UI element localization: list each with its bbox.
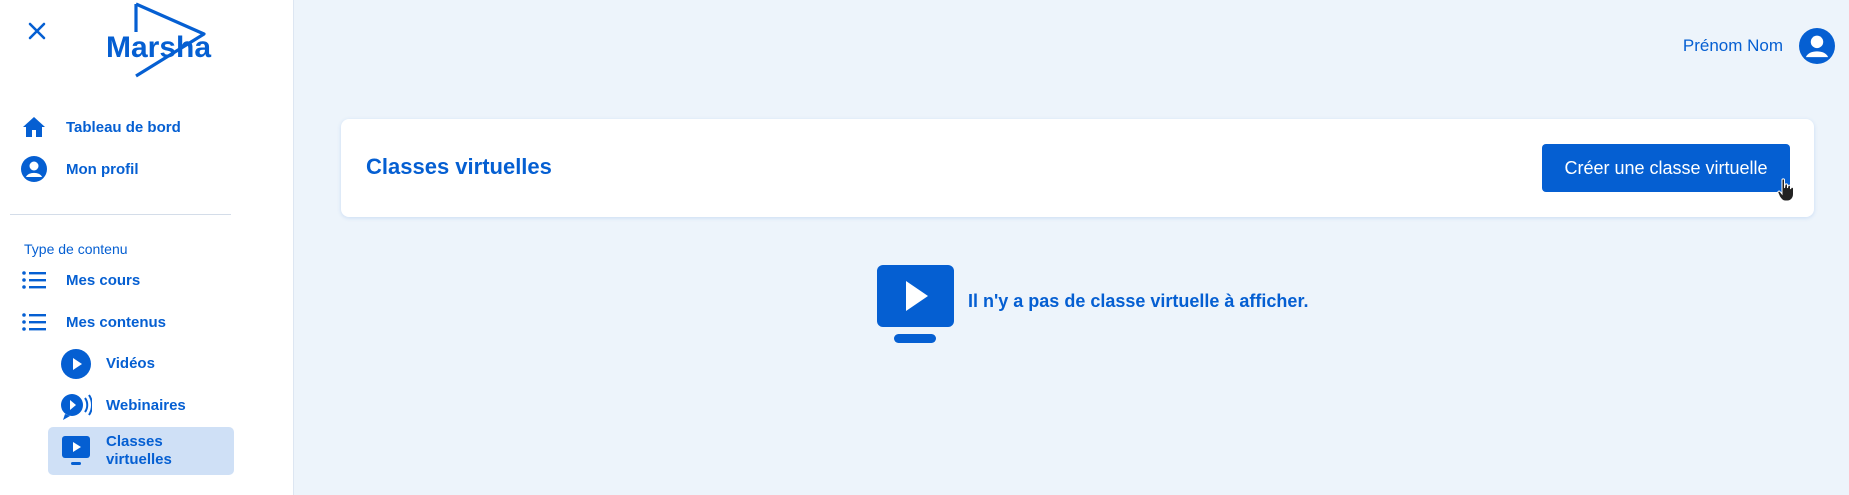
- section-title: Type de contenu: [24, 241, 128, 257]
- sidebar-item-label: Mes cours: [66, 271, 141, 289]
- logo-text: Marsha: [106, 31, 211, 64]
- create-virtual-class-button[interactable]: Créer une classe virtuelle: [1542, 144, 1790, 192]
- screen-play-icon: [60, 435, 92, 467]
- hand-cursor-icon: [1777, 178, 1794, 202]
- sidebar-item-profile[interactable]: Mon profil: [20, 151, 138, 187]
- broadcast-icon: [60, 390, 92, 422]
- sidebar-item-label: Classes virtuelles: [106, 433, 172, 468]
- page-header-card: Classes virtuelles Créer une classe virt…: [341, 119, 1814, 217]
- user-menu[interactable]: Prénom Nom: [1683, 28, 1835, 64]
- marsha-logo[interactable]: Marsha: [104, 2, 224, 78]
- sidebar-item-label: Vidéos: [106, 355, 155, 372]
- empty-message: Il n'y a pas de classe virtuelle à affic…: [968, 290, 1309, 311]
- sidebar-item-contents[interactable]: Mes contenus: [20, 304, 166, 340]
- sidebar-item-label: Mes contenus: [66, 313, 167, 331]
- user-circle-icon: [20, 155, 48, 183]
- list-icon: [20, 266, 48, 294]
- user-name: Prénom Nom: [1682, 36, 1783, 55]
- user-avatar-icon: [1799, 28, 1835, 64]
- page-title: Classes virtuelles: [366, 154, 552, 179]
- play-circle-icon: [60, 348, 92, 380]
- sidebar-item-label: Tableau de bord: [66, 118, 181, 136]
- sidebar-item-videos[interactable]: Vidéos: [60, 346, 155, 382]
- sidebar-item-label: Webinaires: [106, 397, 186, 414]
- close-menu-button[interactable]: [22, 16, 52, 46]
- list-icon: [20, 308, 48, 336]
- sidebar: Marsha Tableau de bord Mon profil Type d…: [0, 0, 294, 495]
- empty-state: Il n'y a pas de classe virtuelle à affic…: [876, 264, 1308, 346]
- sidebar-item-courses[interactable]: Mes cours: [20, 262, 140, 298]
- close-icon: [28, 22, 46, 40]
- sidebar-item-virtual-classes[interactable]: Classes virtuelles: [48, 427, 234, 475]
- sidebar-divider: [10, 214, 231, 215]
- sidebar-item-label: Mon profil: [66, 160, 139, 178]
- sidebar-item-webinars[interactable]: Webinaires: [60, 388, 186, 424]
- sidebar-item-dashboard[interactable]: Tableau de bord: [20, 109, 181, 145]
- home-icon: [20, 113, 48, 141]
- screen-play-icon: [877, 265, 954, 343]
